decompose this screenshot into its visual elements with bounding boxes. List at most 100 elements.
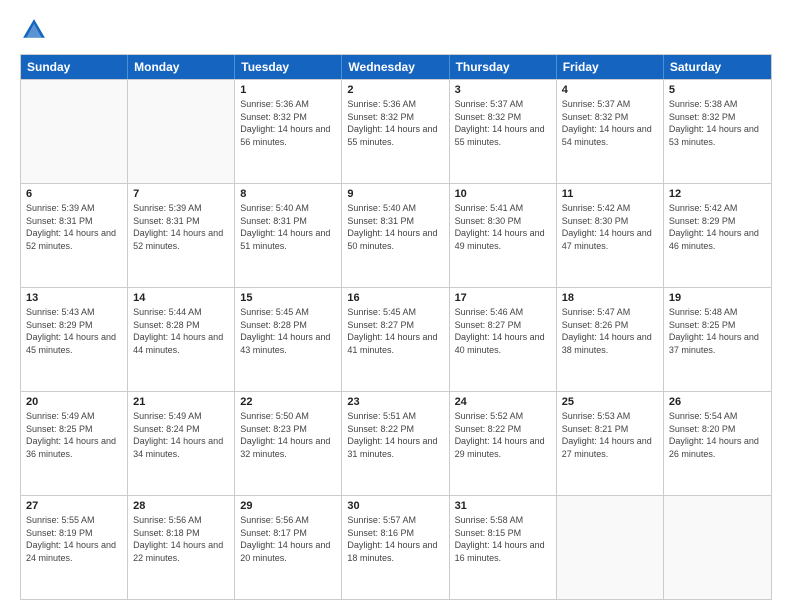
- day-number: 8: [240, 188, 336, 200]
- day-cell-25: 25 Sunrise: 5:53 AM Sunset: 8:21 PM Dayli…: [557, 392, 664, 495]
- day-number: 12: [669, 188, 766, 200]
- day-info: Sunrise: 5:44 AM Sunset: 8:28 PM Dayligh…: [133, 306, 229, 356]
- day-cell-21: 21Sunrise: 5:49 AM Sunset: 8:24 PM Dayli…: [128, 392, 235, 495]
- day-info: Sunrise: 5:36 AM Sunset: 8:32 PM Dayligh…: [347, 98, 443, 148]
- logo: [20, 16, 52, 44]
- day-info: Sunrise: 5:50 AM Sunset: 8:23 PM Dayligh…: [240, 410, 336, 460]
- day-info: Sunrise: 5:43 AM Sunset: 8:29 PM Dayligh…: [26, 306, 122, 356]
- day-cell-7: 7 Sunrise: 5:39 AM Sunset: 8:31 PM Daylig…: [128, 184, 235, 287]
- day-info: Sunrise: 5:58 AM Sunset: 8:15 PM Dayligh…: [455, 514, 551, 564]
- day-cell-27: 27 Sunrise: 5:55 AM Sunset: 8:19 PM Dayli…: [21, 496, 128, 599]
- day-number: 29: [240, 500, 336, 512]
- day-cell-11: 11 Sunrise: 5:42 AM Sunset: 8:30 PM Dayli…: [557, 184, 664, 287]
- day-cell-empty: [21, 80, 128, 183]
- day-cell-31: 31 Sunrise: 5:58 AM Sunset: 8:15 PM Dayli…: [450, 496, 557, 599]
- week-row-4: 20 Sunrise: 5:49 AM Sunset: 8:25 PM Dayli…: [21, 391, 771, 495]
- day-number: 11: [562, 188, 658, 200]
- day-info: Sunrise: 5:51 AM Sunset: 8:22 PM Dayligh…: [347, 410, 443, 460]
- day-info: Sunrise: 5:49 AM Sunset: 8:25 PM Dayligh…: [26, 410, 122, 460]
- day-info: Sunrise: 5:54 AM Sunset: 8:20 PM Dayligh…: [669, 410, 766, 460]
- week-row-2: 6 Sunrise: 5:39 AM Sunset: 8:31 PM Daylig…: [21, 183, 771, 287]
- week-row-3: 13Sunrise: 5:43 AM Sunset: 8:29 PM Dayli…: [21, 287, 771, 391]
- day-cell-19: 19 Sunrise: 5:48 AM Sunset: 8:25 PM Dayli…: [664, 288, 771, 391]
- calendar-body: 1 Sunrise: 5:36 AM Sunset: 8:32 PM Daylig…: [21, 79, 771, 599]
- day-number: 10: [455, 188, 551, 200]
- day-cell-28: 28Sunrise: 5:56 AM Sunset: 8:18 PM Dayli…: [128, 496, 235, 599]
- day-info: Sunrise: 5:38 AM Sunset: 8:32 PM Dayligh…: [669, 98, 766, 148]
- day-number: 9: [347, 188, 443, 200]
- day-cell-20: 20 Sunrise: 5:49 AM Sunset: 8:25 PM Dayli…: [21, 392, 128, 495]
- day-info: Sunrise: 5:48 AM Sunset: 8:25 PM Dayligh…: [669, 306, 766, 356]
- weekday-header-friday: Friday: [557, 55, 664, 79]
- weekday-header-saturday: Saturday: [664, 55, 771, 79]
- day-info: Sunrise: 5:56 AM Sunset: 8:17 PM Dayligh…: [240, 514, 336, 564]
- day-number: 16: [347, 292, 443, 304]
- day-number: 31: [455, 500, 551, 512]
- day-cell-22: 22 Sunrise: 5:50 AM Sunset: 8:23 PM Dayli…: [235, 392, 342, 495]
- header: [20, 16, 772, 44]
- week-row-5: 27 Sunrise: 5:55 AM Sunset: 8:19 PM Dayli…: [21, 495, 771, 599]
- day-cell-2: 2 Sunrise: 5:36 AM Sunset: 8:32 PM Daylig…: [342, 80, 449, 183]
- day-cell-14: 14 Sunrise: 5:44 AM Sunset: 8:28 PM Dayli…: [128, 288, 235, 391]
- day-number: 7: [133, 188, 229, 200]
- day-info: Sunrise: 5:37 AM Sunset: 8:32 PM Dayligh…: [455, 98, 551, 148]
- day-cell-3: 3 Sunrise: 5:37 AM Sunset: 8:32 PM Daylig…: [450, 80, 557, 183]
- day-info: Sunrise: 5:46 AM Sunset: 8:27 PM Dayligh…: [455, 306, 551, 356]
- day-number: 25: [562, 396, 658, 408]
- day-cell-23: 23Sunrise: 5:51 AM Sunset: 8:22 PM Dayli…: [342, 392, 449, 495]
- day-info: Sunrise: 5:42 AM Sunset: 8:30 PM Dayligh…: [562, 202, 658, 252]
- day-info: Sunrise: 5:36 AM Sunset: 8:32 PM Dayligh…: [240, 98, 336, 148]
- day-cell-30: 30 Sunrise: 5:57 AM Sunset: 8:16 PM Dayli…: [342, 496, 449, 599]
- day-cell-10: 10 Sunrise: 5:41 AM Sunset: 8:30 PM Dayli…: [450, 184, 557, 287]
- day-number: 19: [669, 292, 766, 304]
- day-number: 22: [240, 396, 336, 408]
- day-info: Sunrise: 5:39 AM Sunset: 8:31 PM Dayligh…: [133, 202, 229, 252]
- weekday-header-monday: Monday: [128, 55, 235, 79]
- logo-icon: [20, 16, 48, 44]
- day-info: Sunrise: 5:41 AM Sunset: 8:30 PM Dayligh…: [455, 202, 551, 252]
- day-cell-24: 24Sunrise: 5:52 AM Sunset: 8:22 PM Dayli…: [450, 392, 557, 495]
- day-cell-13: 13Sunrise: 5:43 AM Sunset: 8:29 PM Dayli…: [21, 288, 128, 391]
- day-cell-29: 29 Sunrise: 5:56 AM Sunset: 8:17 PM Dayli…: [235, 496, 342, 599]
- day-number: 4: [562, 84, 658, 96]
- day-info: Sunrise: 5:39 AM Sunset: 8:31 PM Dayligh…: [26, 202, 122, 252]
- weekday-header-wednesday: Wednesday: [342, 55, 449, 79]
- calendar: SundayMondayTuesdayWednesdayThursdayFrid…: [20, 54, 772, 600]
- day-info: Sunrise: 5:53 AM Sunset: 8:21 PM Dayligh…: [562, 410, 658, 460]
- day-cell-empty: [128, 80, 235, 183]
- day-cell-9: 9Sunrise: 5:40 AM Sunset: 8:31 PM Daylig…: [342, 184, 449, 287]
- day-cell-empty: [557, 496, 664, 599]
- day-number: 27: [26, 500, 122, 512]
- day-cell-16: 16 Sunrise: 5:45 AM Sunset: 8:27 PM Dayli…: [342, 288, 449, 391]
- day-cell-5: 5 Sunrise: 5:38 AM Sunset: 8:32 PM Daylig…: [664, 80, 771, 183]
- day-cell-12: 12 Sunrise: 5:42 AM Sunset: 8:29 PM Dayli…: [664, 184, 771, 287]
- day-number: 14: [133, 292, 229, 304]
- weekday-header-tuesday: Tuesday: [235, 55, 342, 79]
- day-cell-17: 17Sunrise: 5:46 AM Sunset: 8:27 PM Dayli…: [450, 288, 557, 391]
- day-info: Sunrise: 5:40 AM Sunset: 8:31 PM Dayligh…: [240, 202, 336, 252]
- day-cell-26: 26 Sunrise: 5:54 AM Sunset: 8:20 PM Dayli…: [664, 392, 771, 495]
- week-row-1: 1 Sunrise: 5:36 AM Sunset: 8:32 PM Daylig…: [21, 79, 771, 183]
- day-info: Sunrise: 5:37 AM Sunset: 8:32 PM Dayligh…: [562, 98, 658, 148]
- day-number: 6: [26, 188, 122, 200]
- day-number: 1: [240, 84, 336, 96]
- day-cell-1: 1 Sunrise: 5:36 AM Sunset: 8:32 PM Daylig…: [235, 80, 342, 183]
- day-cell-8: 8 Sunrise: 5:40 AM Sunset: 8:31 PM Daylig…: [235, 184, 342, 287]
- day-number: 2: [347, 84, 443, 96]
- day-number: 3: [455, 84, 551, 96]
- day-info: Sunrise: 5:49 AM Sunset: 8:24 PM Dayligh…: [133, 410, 229, 460]
- day-info: Sunrise: 5:57 AM Sunset: 8:16 PM Dayligh…: [347, 514, 443, 564]
- day-info: Sunrise: 5:45 AM Sunset: 8:28 PM Dayligh…: [240, 306, 336, 356]
- day-number: 24: [455, 396, 551, 408]
- day-number: 20: [26, 396, 122, 408]
- day-cell-18: 18Sunrise: 5:47 AM Sunset: 8:26 PM Dayli…: [557, 288, 664, 391]
- day-number: 18: [562, 292, 658, 304]
- day-number: 28: [133, 500, 229, 512]
- day-number: 30: [347, 500, 443, 512]
- day-number: 26: [669, 396, 766, 408]
- day-info: Sunrise: 5:42 AM Sunset: 8:29 PM Dayligh…: [669, 202, 766, 252]
- day-number: 5: [669, 84, 766, 96]
- day-info: Sunrise: 5:45 AM Sunset: 8:27 PM Dayligh…: [347, 306, 443, 356]
- day-cell-empty: [664, 496, 771, 599]
- day-info: Sunrise: 5:55 AM Sunset: 8:19 PM Dayligh…: [26, 514, 122, 564]
